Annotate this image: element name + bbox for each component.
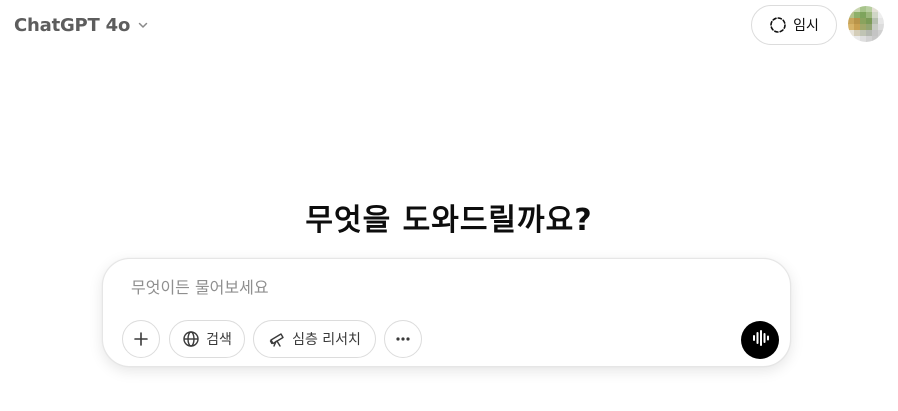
voice-waveform-icon — [750, 328, 770, 352]
search-label: 검색 — [206, 332, 232, 348]
temporary-chat-label: 임시 — [793, 18, 819, 34]
more-tools-button[interactable] — [384, 320, 422, 358]
model-switcher[interactable]: ChatGPT 4o — [8, 10, 156, 40]
chat-page: ChatGPT 4o 임시 무엇을 도와드릴까요? 무엇이든 물어보세요 검색 … — [0, 0, 898, 411]
temporary-chat-button[interactable]: 임시 — [751, 5, 837, 45]
telescope-icon — [268, 330, 286, 348]
search-button[interactable]: 검색 — [169, 320, 245, 358]
voice-mode-button[interactable] — [741, 321, 779, 359]
dashed-circle-icon — [769, 16, 787, 34]
chat-composer: 검색 심층 리서치 — [102, 258, 791, 367]
more-horizontal-icon — [394, 330, 412, 348]
prompt-input[interactable] — [131, 275, 731, 299]
model-name: ChatGPT 4o — [14, 14, 131, 36]
deep-research-button[interactable]: 심층 리서치 — [253, 320, 376, 358]
avatar[interactable] — [848, 6, 884, 42]
plus-icon — [132, 330, 150, 348]
attach-button[interactable] — [122, 320, 160, 358]
globe-icon — [182, 330, 200, 348]
chevron-down-icon — [136, 18, 150, 32]
deep-research-label: 심층 리서치 — [292, 332, 361, 348]
page-title: 무엇을 도와드릴까요? — [305, 203, 593, 238]
